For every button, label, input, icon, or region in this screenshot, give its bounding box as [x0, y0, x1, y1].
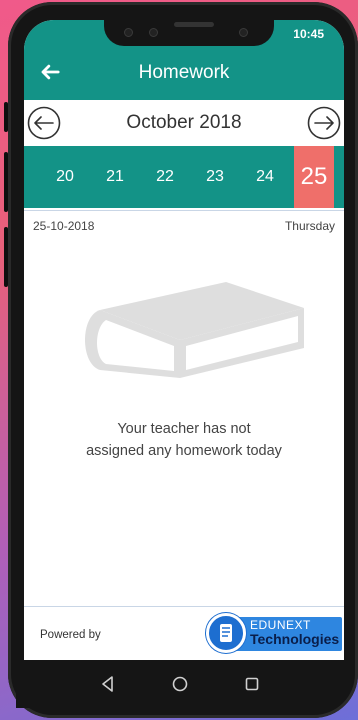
app-bar: Homework: [24, 46, 344, 100]
phone-frame: 10:45 Homework October 2018 20 21 22 23: [4, 2, 358, 718]
selected-date-row: 25-10-2018 Thursday: [24, 210, 344, 236]
volume-down-button: [4, 152, 8, 212]
status-time: 10:45: [293, 27, 324, 41]
empty-state-message: Your teacher has not assigned any homewo…: [64, 418, 304, 462]
day-23[interactable]: 23: [190, 146, 240, 208]
book-emblem-icon: [220, 624, 232, 642]
day-strip: 20 21 22 23 24 25: [24, 146, 344, 208]
selected-weekday: Thursday: [284, 219, 335, 233]
powered-by-label: Powered by: [40, 629, 101, 641]
logo-emblem-icon: [206, 613, 246, 653]
page-title: Homework: [138, 62, 230, 83]
recents-square-icon[interactable]: [242, 674, 262, 694]
day-22[interactable]: 22: [140, 146, 190, 208]
system-nav-bar: [16, 660, 336, 708]
empty-state-line-1: Your teacher has not: [117, 421, 251, 437]
camera-icon: [239, 28, 248, 37]
logo-text-top: EDUNEXT: [250, 618, 311, 632]
sensor-icon: [149, 28, 158, 37]
day-20[interactable]: 20: [40, 146, 90, 208]
next-month-button[interactable]: [307, 106, 341, 140]
day-25-selected[interactable]: 25: [294, 146, 334, 208]
back-triangle-icon[interactable]: [98, 674, 118, 694]
book-icon: [85, 282, 304, 378]
selected-date: 25-10-2018: [33, 219, 95, 233]
month-label: October 2018: [126, 112, 242, 133]
notch: [104, 16, 274, 46]
footer: Powered by EDUNEXT Technologies: [24, 606, 344, 660]
app-screen: 10:45 Homework October 2018 20 21 22 23: [24, 20, 344, 660]
volume-up-button: [4, 102, 8, 132]
empty-state-line-2: assigned any homework today: [86, 443, 282, 459]
home-circle-icon[interactable]: [170, 674, 190, 694]
edunext-logo: EDUNEXT Technologies: [206, 613, 342, 653]
day-21[interactable]: 21: [90, 146, 140, 208]
logo-text-bottom: Technologies: [250, 631, 340, 647]
speaker: [174, 22, 214, 27]
month-navigator: October 2018: [24, 100, 344, 144]
day-24[interactable]: 24: [240, 146, 290, 208]
camera-icon: [124, 28, 133, 37]
side-button: [4, 227, 8, 287]
